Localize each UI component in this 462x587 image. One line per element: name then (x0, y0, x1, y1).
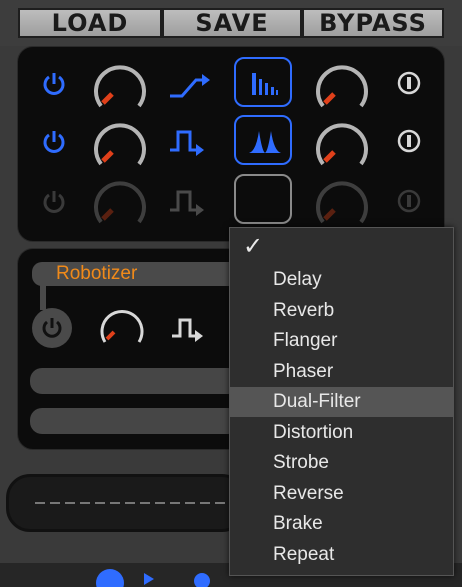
slot2-knob-b[interactable] (310, 116, 374, 174)
effect-param-slot-2[interactable] (30, 408, 240, 434)
slot3-knob-b[interactable] (310, 174, 374, 232)
effect-square-wave-icon[interactable] (168, 312, 214, 346)
slot1-knob-a[interactable] (88, 58, 152, 116)
slot1-knob-b[interactable] (310, 58, 374, 116)
menu-item-reverse[interactable]: Reverse (230, 479, 453, 509)
bars-icon (252, 73, 278, 95)
slot3-mode-button[interactable] (234, 174, 292, 224)
slot2-power-icon[interactable] (40, 128, 68, 156)
slot3-knob-a[interactable] (88, 174, 152, 232)
effect-name-field[interactable]: Robotizer (32, 262, 232, 286)
peaks-icon (249, 131, 281, 153)
menu-item-repeat[interactable]: Repeat (230, 540, 453, 570)
menu-item-brake[interactable]: Brake (230, 509, 453, 539)
slot1-mode-button[interactable] (234, 57, 292, 107)
slot2-info-icon[interactable] (396, 128, 422, 154)
effect-knob[interactable] (94, 302, 150, 350)
menu-item-phaser[interactable]: Phaser (230, 357, 453, 387)
connector-line (40, 284, 46, 310)
effect-param-slot-1[interactable] (30, 368, 240, 394)
effect-slots-panel (17, 46, 445, 242)
menu-item-delay[interactable]: Delay (230, 265, 453, 295)
slot3-square-wave-icon[interactable] (166, 184, 212, 218)
top-toolbar: LOAD SAVE BYPASS (0, 0, 462, 46)
selected-checkmark: ✓ (243, 233, 264, 260)
slot1-power-icon[interactable] (40, 70, 68, 98)
slot1-ramp-icon[interactable] (166, 68, 212, 102)
load-button[interactable]: LOAD (18, 8, 162, 38)
menu-item-reverb[interactable]: Reverb (230, 296, 453, 326)
power-icon (42, 318, 62, 338)
effect-name: Robotizer (56, 263, 138, 284)
bypass-button[interactable]: BYPASS (302, 8, 444, 38)
slot2-mode-button[interactable] (234, 115, 292, 165)
slot1-info-icon[interactable] (396, 70, 422, 96)
slot2-knob-a[interactable] (88, 116, 152, 174)
slot3-info-icon[interactable] (396, 188, 422, 214)
menu-item-distortion[interactable]: Distortion (230, 418, 453, 448)
menu-item-flanger[interactable]: Flanger (230, 326, 453, 356)
menu-item-dual-filter[interactable]: Dual-Filter (230, 387, 453, 417)
slot3-power-icon[interactable] (40, 188, 68, 216)
effect-power-button[interactable] (32, 308, 72, 348)
waveform-display[interactable] (6, 474, 246, 532)
menu-item-strobe[interactable]: Strobe (230, 448, 453, 478)
effect-type-dropdown: ✓ Delay Reverb Flanger Phaser Dual-Filte… (229, 227, 454, 576)
save-button[interactable]: SAVE (162, 8, 302, 38)
slot2-square-wave-icon[interactable] (166, 124, 212, 158)
waveform-dashes (35, 502, 235, 504)
